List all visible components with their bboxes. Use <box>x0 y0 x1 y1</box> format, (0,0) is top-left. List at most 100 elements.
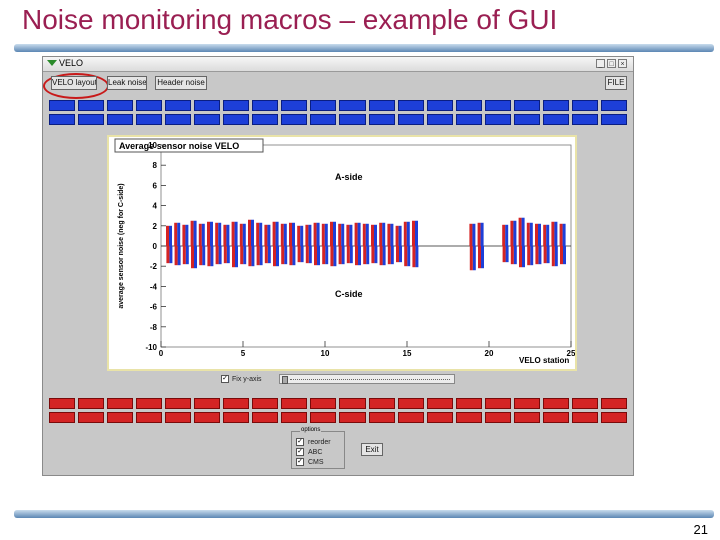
aside-sensor-button[interactable] <box>484 114 511 125</box>
cside-sensor-button[interactable] <box>426 412 453 423</box>
cside-sensor-button[interactable] <box>252 398 279 409</box>
cside-sensor-button[interactable] <box>310 398 337 409</box>
cside-sensor-button[interactable] <box>426 398 453 409</box>
cside-sensor-button[interactable] <box>397 398 424 409</box>
aside-sensor-button[interactable] <box>397 114 424 125</box>
cside-sensor-button[interactable] <box>107 412 134 423</box>
cside-bar-pair <box>191 246 194 269</box>
aside-sensor-button[interactable] <box>455 114 482 125</box>
aside-sensor-button[interactable] <box>194 114 221 125</box>
aside-sensor-button[interactable] <box>310 114 337 125</box>
aside-sensor-button[interactable] <box>281 114 308 125</box>
cside-sensor-button[interactable] <box>223 398 250 409</box>
aside-sensor-button[interactable] <box>600 114 627 125</box>
aside-sensor-button[interactable] <box>107 114 134 125</box>
cside-sensor-button[interactable] <box>310 412 337 423</box>
aside-sensor-button[interactable] <box>368 114 395 125</box>
window-titlebar[interactable]: VELO _ □ × <box>43 57 633 72</box>
aside-sensor-button[interactable] <box>223 100 250 111</box>
cside-sensor-button[interactable] <box>49 398 76 409</box>
aside-sensor-button[interactable] <box>136 114 163 125</box>
cside-sensor-button[interactable] <box>368 412 395 423</box>
cside-sensor-button[interactable] <box>281 412 308 423</box>
aside-sensor-button[interactable] <box>136 100 163 111</box>
cside-sensor-button[interactable] <box>339 398 366 409</box>
cside-sensor-button[interactable] <box>252 412 279 423</box>
range-slider[interactable] <box>279 374 455 384</box>
aside-sensor-button[interactable] <box>194 100 221 111</box>
aside-sensor-button[interactable] <box>78 100 105 111</box>
aside-sensor-button[interactable] <box>339 100 366 111</box>
aside-sensor-button[interactable] <box>484 100 511 111</box>
cside-sensor-button[interactable] <box>281 398 308 409</box>
aside-sensor-button[interactable] <box>165 100 192 111</box>
cside-sensor-button[interactable] <box>368 398 395 409</box>
cside-sensor-button[interactable] <box>600 412 627 423</box>
aside-sensor-button[interactable] <box>426 100 453 111</box>
cside-sensor-button[interactable] <box>107 398 134 409</box>
cside-sensor-button[interactable] <box>194 412 221 423</box>
aside-sensor-button[interactable] <box>78 114 105 125</box>
cside-sensor-button[interactable] <box>165 412 192 423</box>
cside-sensor-button[interactable] <box>397 412 424 423</box>
aside-sensor-button[interactable] <box>223 114 250 125</box>
aside-sensor-button[interactable] <box>49 114 76 125</box>
cside-sensor-button[interactable] <box>484 398 511 409</box>
cside-sensor-button[interactable] <box>542 412 569 423</box>
aside-sensor-button[interactable] <box>281 100 308 111</box>
cside-sensor-button[interactable] <box>339 412 366 423</box>
slider-handle[interactable] <box>282 376 288 384</box>
cside-sensor-button[interactable] <box>78 412 105 423</box>
cside-sensor-button[interactable] <box>455 398 482 409</box>
cside-bar-pair <box>256 246 260 266</box>
aside-sensor-button[interactable] <box>571 100 598 111</box>
minimize-icon[interactable]: _ <box>596 59 605 68</box>
maximize-icon[interactable]: □ <box>607 59 616 68</box>
cside-sensor-button[interactable] <box>78 398 105 409</box>
exit-button[interactable]: Exit <box>361 443 383 456</box>
aside-sensor-button[interactable] <box>397 100 424 111</box>
cside-sensor-button[interactable] <box>136 398 163 409</box>
close-icon[interactable]: × <box>618 59 627 68</box>
aside-sensor-button[interactable] <box>513 114 540 125</box>
abc-checkbox[interactable]: ✓ <box>296 448 304 456</box>
cside-sensor-button[interactable] <box>455 412 482 423</box>
aside-sensor-button[interactable] <box>252 114 279 125</box>
reorder-checkbox[interactable]: ✓ <box>296 438 304 446</box>
aside-sensor-button[interactable] <box>426 114 453 125</box>
cside-bar <box>185 246 189 265</box>
file-button[interactable]: FILE <box>605 76 627 90</box>
cside-sensor-button[interactable] <box>484 412 511 423</box>
aside-sensor-button[interactable] <box>310 100 337 111</box>
cside-sensor-button[interactable] <box>571 398 598 409</box>
cside-sensor-button[interactable] <box>223 412 250 423</box>
tab-velo-layout[interactable]: VELO layout <box>51 76 97 90</box>
tab-header-noise[interactable]: Header noise <box>155 76 207 90</box>
aside-sensor-button[interactable] <box>339 114 366 125</box>
fix-axis-checkbox[interactable]: ✓ <box>221 375 229 383</box>
aside-sensor-button[interactable] <box>600 100 627 111</box>
aside-sensor-button[interactable] <box>107 100 134 111</box>
cside-sensor-button[interactable] <box>165 398 192 409</box>
aside-sensor-button[interactable] <box>542 100 569 111</box>
cside-sensor-button[interactable] <box>194 398 221 409</box>
cside-sensor-button[interactable] <box>571 412 598 423</box>
aside-sensor-button[interactable] <box>49 100 76 111</box>
cside-sensor-button[interactable] <box>542 398 569 409</box>
aside-sensor-button[interactable] <box>455 100 482 111</box>
cside-sensor-button[interactable] <box>136 412 163 423</box>
aside-sensor-button[interactable] <box>571 114 598 125</box>
aside-sensor-button[interactable] <box>513 100 540 111</box>
aside-sensor-button[interactable] <box>542 114 569 125</box>
cside-sensor-button[interactable] <box>600 398 627 409</box>
cside-sensor-button[interactable] <box>49 412 76 423</box>
tab-leak-noise[interactable]: Leak noise <box>107 76 147 90</box>
cside-sensor-button[interactable] <box>513 412 540 423</box>
aside-sensor-button[interactable] <box>368 100 395 111</box>
aside-sensor-button[interactable] <box>252 100 279 111</box>
aside-sensor-button[interactable] <box>165 114 192 125</box>
aside-bar <box>280 223 284 246</box>
cside-sensor-button[interactable] <box>513 398 540 409</box>
cms-checkbox[interactable]: ✓ <box>296 458 304 466</box>
cside-bar <box>341 246 345 265</box>
